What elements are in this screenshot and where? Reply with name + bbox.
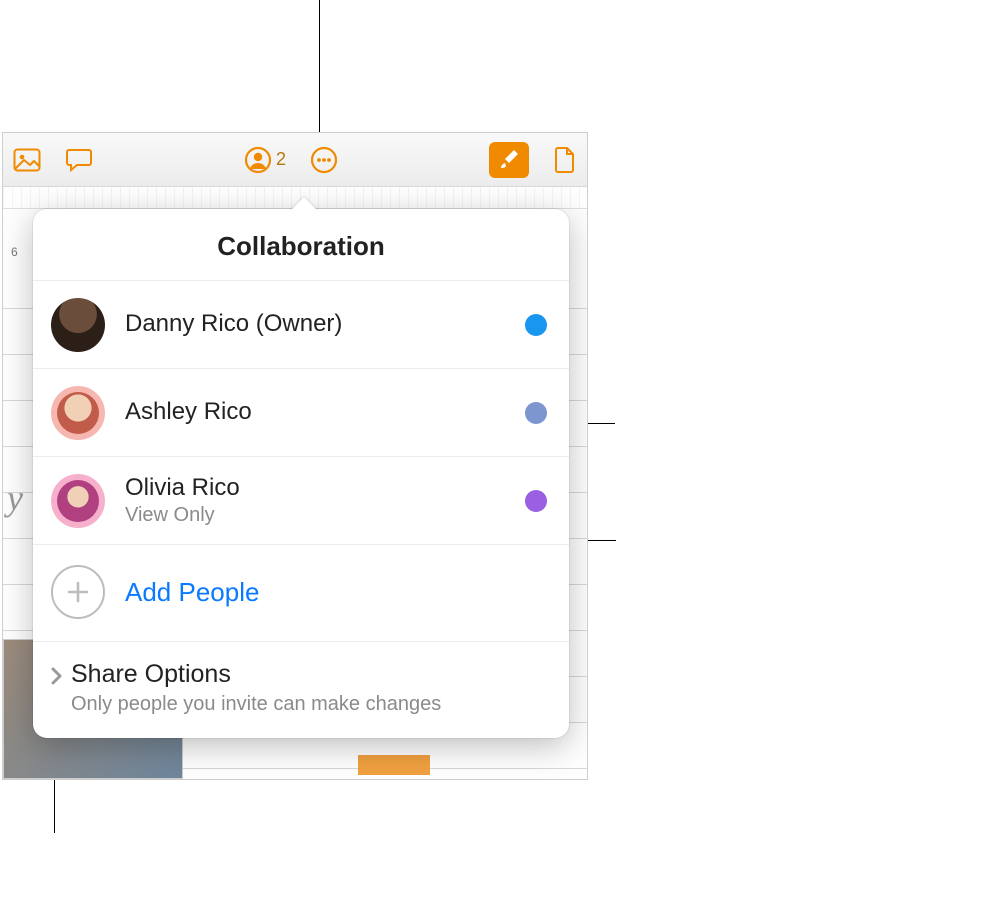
- collaboration-popover: Collaboration Danny Rico (Owner) Ashley …: [33, 209, 569, 738]
- participant-row[interactable]: Olivia Rico View Only: [33, 457, 569, 545]
- avatar: [51, 474, 105, 528]
- color-dot: [525, 490, 547, 512]
- participant-row[interactable]: Ashley Rico: [33, 369, 569, 457]
- image-icon: [13, 148, 41, 172]
- callout-line-top: [319, 0, 320, 132]
- add-people-button[interactable]: Add People: [33, 545, 569, 642]
- color-dot: [525, 402, 547, 424]
- participant-name: Olivia Rico: [125, 474, 525, 503]
- ellipsis-circle-icon: [310, 146, 338, 174]
- format-button[interactable]: [489, 142, 529, 178]
- avatar: [51, 298, 105, 352]
- plus-circle-icon: [51, 565, 105, 619]
- media-button[interactable]: [13, 142, 41, 178]
- document-icon: [553, 146, 577, 174]
- paintbrush-icon: [498, 148, 520, 172]
- participant-name: Ashley Rico: [125, 398, 525, 427]
- chevron-right-icon: [47, 666, 67, 686]
- speech-bubble-icon: [65, 147, 93, 173]
- collaborator-count: 2: [276, 149, 286, 170]
- app-window: 6 y 2: [2, 132, 588, 780]
- document-script-text: y: [7, 477, 23, 519]
- add-people-label: Add People: [125, 577, 259, 608]
- more-button[interactable]: [310, 142, 338, 178]
- person-circle-icon: [244, 146, 272, 174]
- collaborate-button[interactable]: 2: [244, 142, 286, 178]
- document-orange-block: [358, 755, 430, 775]
- document-button[interactable]: [553, 142, 577, 178]
- participant-list: Danny Rico (Owner) Ashley Rico Olivia Ri…: [33, 281, 569, 545]
- popover-title: Collaboration: [33, 209, 569, 281]
- participant-row[interactable]: Danny Rico (Owner): [33, 281, 569, 369]
- participant-permission: View Only: [125, 504, 525, 527]
- ruler-number: 6: [11, 245, 18, 259]
- color-dot: [525, 314, 547, 336]
- comment-button[interactable]: [65, 142, 93, 178]
- share-options-button[interactable]: Share Options Only people you invite can…: [33, 642, 569, 738]
- share-options-title: Share Options: [71, 660, 441, 689]
- participant-name: Danny Rico (Owner): [125, 310, 525, 339]
- toolbar: 2: [3, 133, 587, 187]
- avatar: [51, 386, 105, 440]
- share-options-subtitle: Only people you invite can make changes: [71, 693, 441, 716]
